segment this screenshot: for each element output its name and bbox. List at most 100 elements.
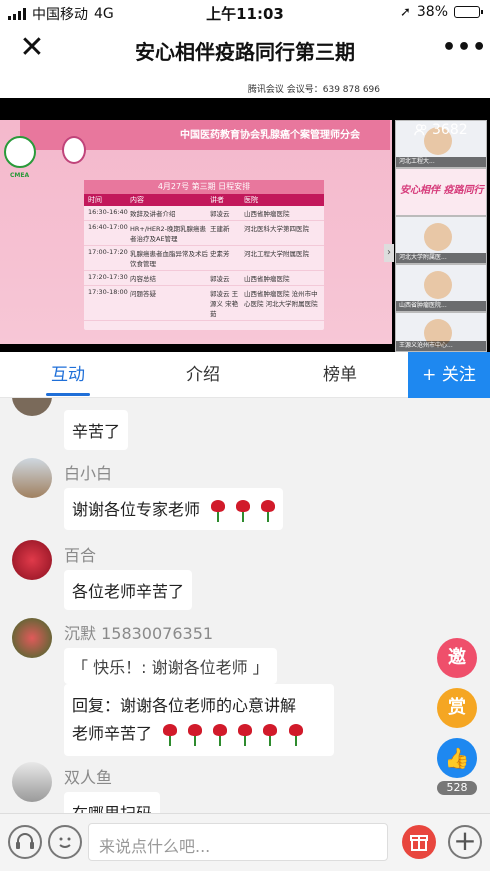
schedule-cell: 16:40-17:00 bbox=[88, 223, 128, 231]
location-icon: ➚ bbox=[399, 4, 411, 20]
schedule-cell: 山西省肿瘤医院 沧州市中心医院 河北大学附属医院 bbox=[244, 290, 318, 308]
invite-button[interactable]: 邀 bbox=[437, 638, 477, 678]
schedule-cell: 内容总结 bbox=[130, 275, 156, 283]
participant-thumb[interactable]: 安心相伴 疫路同行 bbox=[395, 168, 487, 216]
rose-icon bbox=[161, 723, 178, 746]
tab-introduction[interactable]: 介绍 bbox=[153, 352, 253, 398]
schedule-cell: 史素芳 bbox=[210, 250, 230, 258]
schedule-row: 17:30-18:00 问题答疑 郭凌云 王源义 宋艳茹 山西省肿瘤医院 沧州市… bbox=[84, 286, 324, 321]
rose-icon bbox=[186, 723, 203, 746]
reward-button[interactable]: 赏 bbox=[437, 688, 477, 728]
participant-caption: 河北大学附属医... bbox=[396, 253, 486, 263]
rose-icon bbox=[259, 499, 276, 522]
schedule-col-header: 医院 bbox=[244, 196, 258, 204]
status-right: ➚ 38% bbox=[399, 4, 483, 20]
cmea-logo bbox=[4, 136, 36, 168]
participant-caption: 安心相伴 疫路同行 bbox=[400, 185, 484, 196]
schedule-cell: 山西省肿瘤医院 bbox=[244, 210, 290, 218]
schedule-cell: 郭凌云 王源义 宋艳茹 bbox=[210, 290, 239, 318]
schedule-cell: 17:20-17:30 bbox=[88, 273, 128, 281]
schedule-row: 17:00-17:20 乳腺癌患者血脂异常及术后饮食管理 史素芳 河北工程大学附… bbox=[84, 246, 324, 271]
status-bar: 中国移动 4G 上午11:03 ➚ 38% bbox=[0, 0, 490, 24]
schedule-header-row: 时间 内容 讲者 医院 bbox=[84, 194, 324, 206]
thumbs-up-icon: 👍 bbox=[444, 746, 470, 770]
chat-username: 百合 bbox=[64, 546, 97, 565]
avatar bbox=[12, 540, 52, 580]
chat-bubble: 各位老师辛苦了 bbox=[64, 570, 193, 610]
participant-caption: 山西省肿瘤医院... bbox=[396, 301, 486, 311]
participant-thumb[interactable]: 河北大学附属医... bbox=[395, 216, 487, 264]
chat-bubble: 辛苦了 bbox=[64, 410, 129, 450]
viewer-count-value: 3682 bbox=[432, 122, 468, 138]
participant-thumbnails: 河北工程大... 安心相伴 疫路同行 河北大学附属医... 山西省肿瘤医院...… bbox=[395, 120, 487, 352]
meeting-id: 腾讯会议 会议号：639 878 696 bbox=[247, 85, 380, 95]
avatar bbox=[12, 458, 52, 498]
schedule-cell: 17:30-18:00 bbox=[88, 288, 128, 296]
battery-icon bbox=[454, 6, 483, 18]
schedule-cell: 郭凌云 bbox=[210, 275, 230, 283]
follow-button[interactable]: + 关注 bbox=[408, 352, 490, 398]
tab-interaction[interactable]: 互动 bbox=[18, 352, 118, 398]
schedule-cell: 16:30-16:40 bbox=[88, 208, 128, 216]
bottom-input-bar: 来说点什么吧... + bbox=[0, 813, 490, 871]
participant-caption: 王源义沧州市中心... bbox=[396, 341, 486, 351]
chat-bubble: 回复：谢谢各位老师的心意讲解 老师辛苦了 bbox=[64, 684, 334, 756]
emoji-icon[interactable] bbox=[48, 825, 82, 859]
chat-username: 双人鱼 bbox=[64, 768, 113, 787]
gift-icon[interactable] bbox=[402, 825, 436, 859]
nav-bar: ✕ 安心相伴疫路同行第三期 ••• bbox=[0, 24, 490, 76]
rose-icon bbox=[209, 499, 226, 522]
app-root: 中国移动 4G 上午11:03 ➚ 38% ✕ 安心相伴疫路同行第三期 ••• … bbox=[0, 0, 490, 871]
chat-text: 老师辛苦了 bbox=[72, 724, 153, 743]
schedule-cell: 问题答疑 bbox=[130, 290, 156, 298]
like-button[interactable]: 👍 bbox=[437, 738, 477, 778]
chat-bubble: 谢谢各位专家老师 bbox=[64, 488, 284, 530]
battery-percent: 38% bbox=[416, 4, 448, 20]
schedule-cell: 河北医科大学第四医院 bbox=[244, 225, 309, 233]
participant-face bbox=[424, 223, 452, 251]
participant-thumb[interactable]: 山西省肿瘤医院... bbox=[395, 264, 487, 312]
chat-username: 沉默 15830076351 bbox=[64, 624, 214, 643]
more-icon[interactable]: ••• bbox=[442, 32, 486, 64]
participant-face bbox=[424, 271, 452, 299]
rose-icon bbox=[236, 723, 253, 746]
chevron-right-icon[interactable]: › bbox=[384, 244, 394, 262]
participant-caption: 河北工程大... bbox=[396, 157, 486, 167]
schedule-row: 16:30-16:40 致辞及讲者介绍 郭凌云 山西省肿瘤医院 bbox=[84, 206, 324, 221]
logo-text: CMEA bbox=[10, 172, 30, 179]
schedule-cell: 郭凌云 bbox=[210, 210, 230, 218]
rose-icon bbox=[287, 723, 303, 746]
users-icon bbox=[414, 124, 427, 136]
tab-bar: 互动 介绍 榜单 + 关注 bbox=[0, 352, 490, 398]
association-logo bbox=[62, 136, 86, 164]
schedule-row: 16:40-17:00 HR+/HER2-晚期乳腺癌患者治疗及AE管理 王建新 … bbox=[84, 221, 324, 246]
schedule-cell: 乳腺癌患者血脂异常及术后饮食管理 bbox=[130, 250, 208, 268]
viewer-count: 3682 bbox=[414, 122, 468, 138]
rose-icon bbox=[261, 723, 278, 746]
participant-thumb[interactable]: 王源义沧州市中心... bbox=[395, 312, 487, 352]
meeting-info-bar: 腾讯会议 会议号：639 878 696 bbox=[0, 76, 490, 98]
schedule-cell: 致辞及讲者介绍 bbox=[130, 210, 176, 218]
chat-text: 谢谢各位专家老师 bbox=[72, 500, 201, 519]
schedule-col-header: 内容 bbox=[130, 196, 144, 204]
headset-icon[interactable] bbox=[8, 825, 42, 859]
schedule-cell: 17:00-17:20 bbox=[88, 248, 128, 256]
schedule-col-header: 讲者 bbox=[210, 196, 224, 204]
plus-icon[interactable]: + bbox=[448, 825, 482, 859]
schedule-title: 4月27号 第三期 日程安排 bbox=[84, 180, 324, 194]
slide-banner-text: 中国医药教育协会乳腺癌个案管理师分会 bbox=[180, 130, 360, 141]
rose-icon bbox=[234, 499, 251, 522]
schedule-col-header: 时间 bbox=[88, 196, 102, 204]
live-video[interactable]: 腾讯会议 会议号：639 878 696 中国医药教育协会乳腺癌个案管理师分会 … bbox=[0, 76, 490, 352]
schedule-row: 17:20-17:30 内容总结 郭凌云 山西省肿瘤医院 bbox=[84, 271, 324, 286]
avatar bbox=[12, 398, 52, 416]
avatar bbox=[12, 618, 52, 658]
comment-input[interactable]: 来说点什么吧... bbox=[88, 823, 388, 861]
rose-icon bbox=[211, 723, 228, 746]
schedule-cell: HR+/HER2-晚期乳腺癌患者治疗及AE管理 bbox=[130, 225, 207, 243]
schedule-cell: 王建新 bbox=[210, 225, 230, 233]
schedule-cell: 山西省肿瘤医院 bbox=[244, 275, 290, 283]
tab-ranking[interactable]: 榜单 bbox=[290, 352, 390, 398]
chat-bubble: 在哪里扫码 bbox=[64, 792, 161, 813]
chat-list[interactable]: 辛苦了 白小白 谢谢各位专家老师 百合 各位老师辛苦了 沉默 158300763… bbox=[0, 398, 490, 813]
